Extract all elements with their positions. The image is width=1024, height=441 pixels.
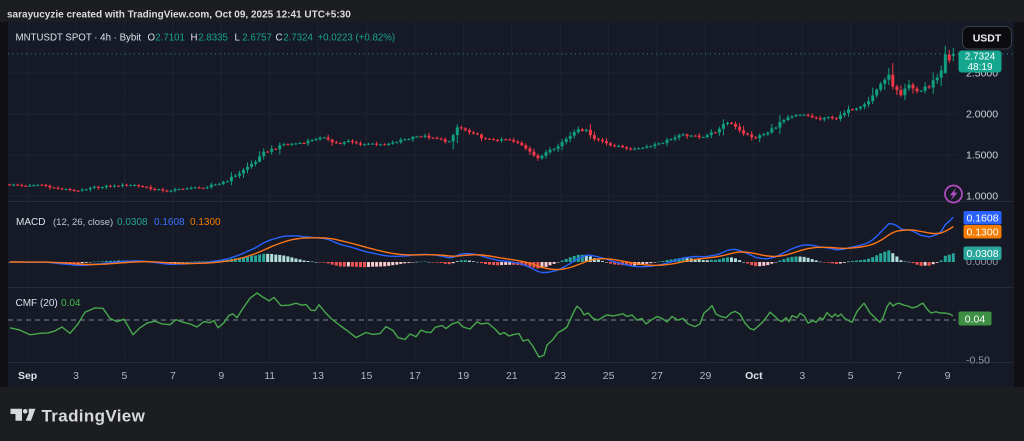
svg-text:0.04: 0.04	[61, 298, 81, 309]
svg-text:1.0000: 1.0000	[966, 191, 998, 203]
svg-text:48:19: 48:19	[967, 62, 992, 73]
svg-text:15: 15	[361, 370, 373, 382]
svg-text:2.7101: 2.7101	[155, 33, 185, 44]
svg-text:(12, 26, close): (12, 26, close)	[53, 217, 113, 228]
svg-text:3: 3	[799, 370, 805, 382]
svg-text:CMF (20): CMF (20)	[16, 298, 58, 309]
svg-text:C: C	[276, 33, 283, 44]
svg-text:0.0308: 0.0308	[117, 217, 148, 228]
svg-text:sarayucyzie created with Tradi: sarayucyzie created with TradingView.com…	[7, 10, 351, 21]
svg-text:0.04: 0.04	[965, 314, 986, 326]
svg-text:5: 5	[848, 370, 854, 382]
svg-text:29: 29	[700, 370, 712, 382]
svg-text:9: 9	[218, 370, 224, 382]
svg-text:USDT: USDT	[973, 33, 1002, 45]
svg-text:0.0308: 0.0308	[966, 248, 998, 260]
svg-text:MNTUSDT SPOT · 4h · Bybit: MNTUSDT SPOT · 4h · Bybit	[16, 33, 142, 44]
svg-text:25: 25	[603, 370, 615, 382]
svg-text:1.5000: 1.5000	[966, 150, 998, 162]
svg-text:27: 27	[651, 370, 663, 382]
svg-text:9: 9	[945, 370, 951, 382]
svg-text:+0.0223 (+0.82%): +0.0223 (+0.82%)	[318, 33, 396, 44]
svg-text:2.7324: 2.7324	[283, 33, 313, 44]
svg-text:2.8335: 2.8335	[198, 33, 228, 44]
svg-text:17: 17	[409, 370, 421, 382]
svg-text:2.6757: 2.6757	[242, 33, 272, 44]
svg-text:0.1300: 0.1300	[966, 227, 998, 239]
svg-text:5: 5	[121, 370, 127, 382]
svg-text:11: 11	[264, 370, 275, 382]
svg-text:0.1608: 0.1608	[966, 213, 998, 225]
svg-text:21: 21	[506, 370, 518, 382]
svg-text:7: 7	[896, 370, 902, 382]
svg-text:L: L	[235, 33, 241, 44]
svg-text:2.0000: 2.0000	[966, 109, 998, 121]
svg-text:23: 23	[554, 370, 566, 382]
svg-text:0.1300: 0.1300	[190, 217, 221, 228]
svg-text:Oct: Oct	[745, 370, 763, 382]
svg-text:0.1608: 0.1608	[154, 217, 185, 228]
svg-text:2.7324: 2.7324	[965, 51, 996, 62]
svg-text:Sep: Sep	[18, 370, 37, 382]
svg-text:MACD: MACD	[16, 217, 45, 228]
svg-text:-0.50: -0.50	[966, 355, 990, 367]
svg-text:H: H	[191, 33, 198, 44]
svg-text:TradingView: TradingView	[42, 406, 146, 425]
svg-text:19: 19	[458, 370, 470, 382]
svg-text:3: 3	[73, 370, 79, 382]
svg-text:13: 13	[312, 370, 324, 382]
svg-text:O: O	[148, 33, 156, 44]
svg-text:7: 7	[170, 370, 176, 382]
